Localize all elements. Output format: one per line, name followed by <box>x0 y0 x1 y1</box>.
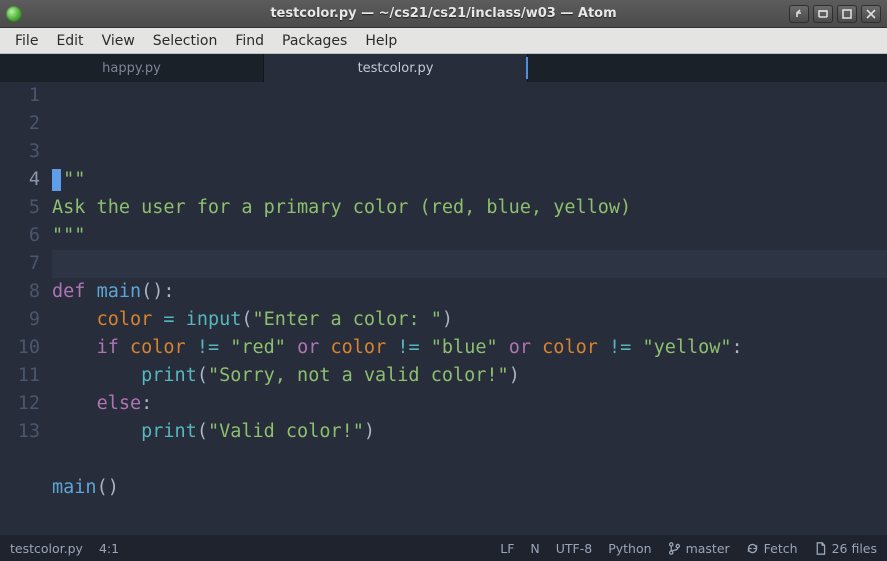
editor-pane[interactable]: 12345678910111213 """Ask the user for a … <box>0 82 887 535</box>
status-line-ending[interactable]: LF <box>500 541 514 556</box>
code-line[interactable]: Ask the user for a primary color (red, b… <box>52 194 887 222</box>
code-line[interactable]: color = input("Enter a color: ") <box>52 306 887 334</box>
status-git-fetch[interactable]: Fetch <box>746 541 798 556</box>
code-line[interactable]: """ <box>52 222 887 250</box>
atom-app-icon <box>6 6 22 22</box>
code-line[interactable] <box>52 250 887 278</box>
line-number: 1 <box>0 82 40 110</box>
code-area[interactable]: """Ask the user for a primary color (red… <box>52 82 887 535</box>
tab-testcolor-py[interactable]: testcolor.py <box>264 54 528 82</box>
menu-find[interactable]: Find <box>226 30 273 52</box>
line-number: 12 <box>0 390 40 418</box>
code-line[interactable] <box>52 446 887 474</box>
code-line[interactable] <box>52 502 887 530</box>
menubar: FileEditViewSelectionFindPackagesHelp <box>0 28 887 54</box>
line-number: 3 <box>0 138 40 166</box>
status-git-fetch-label: Fetch <box>764 541 798 556</box>
line-number: 2 <box>0 110 40 138</box>
window-maximize-button[interactable] <box>837 5 857 23</box>
status-files-count-label: 26 files <box>832 541 877 556</box>
menu-help[interactable]: Help <box>356 30 406 52</box>
code-line[interactable]: print("Valid color!") <box>52 418 887 446</box>
code-line[interactable]: """ <box>52 166 887 194</box>
window-restore-button[interactable] <box>813 5 833 23</box>
menu-selection[interactable]: Selection <box>144 30 227 52</box>
line-number: 13 <box>0 418 40 446</box>
window-minimize-button[interactable] <box>789 5 809 23</box>
line-number: 9 <box>0 306 40 334</box>
tab-bar: happy.pytestcolor.py <box>0 54 887 82</box>
line-number: 6 <box>0 222 40 250</box>
line-number: 8 <box>0 278 40 306</box>
text-cursor <box>52 169 61 191</box>
status-vim-mode[interactable]: N <box>530 541 539 556</box>
line-number: 5 <box>0 194 40 222</box>
tab-happy-py[interactable]: happy.py <box>0 54 264 82</box>
line-number: 11 <box>0 362 40 390</box>
window-titlebar: testcolor.py — ~/cs21/cs21/inclass/w03 —… <box>0 0 887 28</box>
status-grammar[interactable]: Python <box>608 541 651 556</box>
window-close-button[interactable] <box>861 5 881 23</box>
line-number: 7 <box>0 250 40 278</box>
status-encoding[interactable]: UTF-8 <box>556 541 592 556</box>
code-line[interactable]: def main(): <box>52 278 887 306</box>
status-cursor-position[interactable]: 4:1 <box>99 541 119 556</box>
sync-icon <box>746 542 759 555</box>
status-files-count[interactable]: 26 files <box>814 541 877 556</box>
status-bar: testcolor.py 4:1 LF N UTF-8 Python maste… <box>0 535 887 561</box>
line-number: 4 <box>0 166 40 194</box>
window-controls <box>789 5 881 23</box>
git-branch-icon <box>668 542 681 555</box>
line-number: 10 <box>0 334 40 362</box>
code-line[interactable]: else: <box>52 390 887 418</box>
menu-packages[interactable]: Packages <box>273 30 356 52</box>
status-filename[interactable]: testcolor.py <box>10 541 83 556</box>
code-line[interactable]: if color != "red" or color != "blue" or … <box>52 334 887 362</box>
menu-view[interactable]: View <box>93 30 144 52</box>
code-line[interactable]: main() <box>52 474 887 502</box>
line-number-gutter: 12345678910111213 <box>0 82 52 535</box>
menu-edit[interactable]: Edit <box>47 30 92 52</box>
menu-file[interactable]: File <box>6 30 47 52</box>
status-git-branch-label: master <box>686 541 730 556</box>
status-git-branch[interactable]: master <box>668 541 730 556</box>
window-title: testcolor.py — ~/cs21/cs21/inclass/w03 —… <box>0 6 887 21</box>
file-icon <box>814 542 827 555</box>
code-line[interactable]: print("Sorry, not a valid color!") <box>52 362 887 390</box>
